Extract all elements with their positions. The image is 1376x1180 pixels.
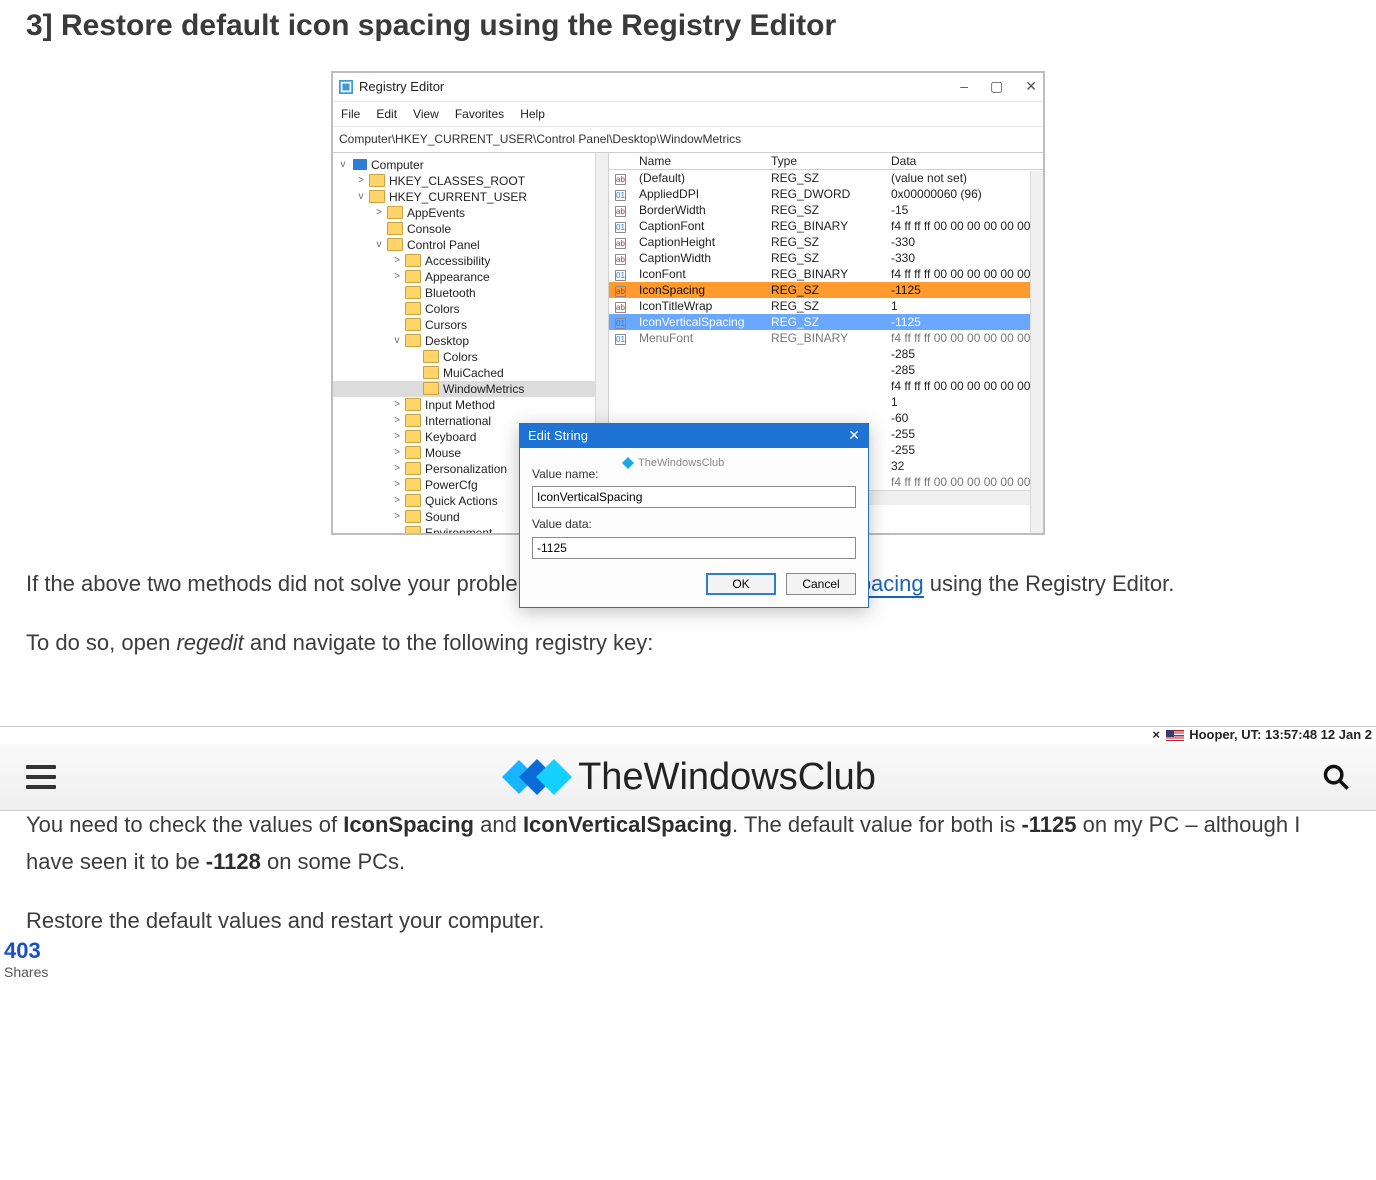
menu-help[interactable]: Help — [520, 104, 545, 124]
paragraph-4: Restore the default values and restart y… — [26, 902, 1350, 939]
tree-node[interactable]: Bluetooth — [333, 285, 608, 301]
maximize-icon[interactable]: ▢ — [990, 75, 1003, 99]
share-counter: 403 Shares — [4, 938, 48, 980]
menu-edit[interactable]: Edit — [376, 104, 397, 124]
share-label: Shares — [4, 964, 48, 980]
paragraph-3: You need to check the values of IconSpac… — [26, 806, 1350, 881]
value-data-input[interactable] — [532, 537, 856, 559]
tree-node[interactable]: vHKEY_CURRENT_USER — [333, 189, 608, 205]
ad-geo-strip: × Hooper, UT: 13:57:48 12 Jan 2 — [0, 726, 1376, 745]
window-chrome-buttons: – ▢ ✕ — [960, 75, 1037, 99]
edit-string-dialog: Edit String ✕ TheWindowsClub Value name:… — [519, 423, 869, 608]
us-flag-icon — [1166, 730, 1184, 742]
registry-editor-screenshot: Registry Editor – ▢ ✕ File Edit View Fav… — [331, 71, 1045, 535]
search-icon[interactable] — [1322, 763, 1350, 791]
regedit-app-icon — [339, 80, 353, 94]
minimize-icon[interactable]: – — [960, 75, 968, 99]
regedit-address-bar[interactable]: Computer\HKEY_CURRENT_USER\Control Panel… — [333, 127, 1043, 152]
value-data-label: Value data: — [532, 514, 856, 534]
brand-logo-icon — [502, 756, 572, 798]
tree-node[interactable]: Colors — [333, 301, 608, 317]
site-brand[interactable]: TheWindowsClub — [56, 756, 1322, 799]
section-heading: 3] Restore default icon spacing using th… — [26, 0, 1350, 51]
geo-close-icon[interactable]: × — [1152, 727, 1160, 742]
menu-view[interactable]: View — [413, 104, 439, 124]
regedit-term: regedit — [176, 630, 243, 655]
site-navbar: TheWindowsClub — [0, 744, 1376, 811]
tree-node[interactable]: >AppEvents — [333, 205, 608, 221]
article-body: 3] Restore default icon spacing using th… — [0, 0, 1376, 714]
dialog-titlebar: Edit String ✕ — [520, 424, 868, 448]
cancel-button[interactable]: Cancel — [786, 573, 856, 595]
hamburger-menu-icon[interactable] — [26, 765, 56, 789]
close-icon[interactable]: ✕ — [1025, 75, 1037, 99]
paragraph-2: To do so, open regedit and navigate to t… — [26, 624, 1350, 661]
watermark: TheWindowsClub — [622, 454, 724, 473]
dialog-title: Edit String — [528, 425, 588, 447]
menu-file[interactable]: File — [341, 104, 360, 124]
menu-favorites[interactable]: Favorites — [455, 104, 504, 124]
dialog-close-icon[interactable]: ✕ — [848, 424, 860, 448]
share-count: 403 — [4, 938, 48, 964]
geo-text: Hooper, UT: 13:57:48 12 Jan 2 — [1189, 727, 1372, 742]
value-name-input[interactable] — [532, 486, 856, 508]
tree-node[interactable]: Cursors — [333, 317, 608, 333]
regedit-titlebar: Registry Editor – ▢ ✕ — [333, 73, 1043, 102]
ok-button[interactable]: OK — [706, 573, 776, 595]
regedit-menubar: File Edit View Favorites Help — [333, 102, 1043, 127]
regedit-title: Registry Editor — [359, 76, 960, 98]
